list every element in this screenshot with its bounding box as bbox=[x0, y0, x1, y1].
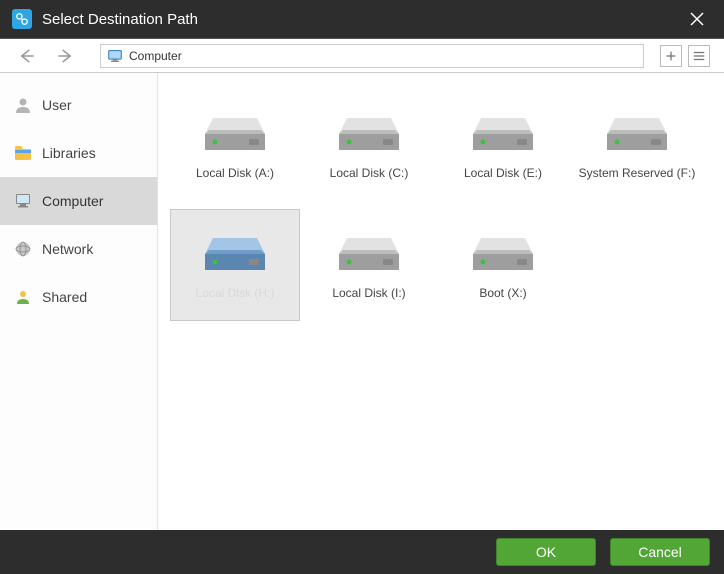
drive-item[interactable]: Local Disk (A:) bbox=[170, 89, 300, 201]
back-button[interactable] bbox=[14, 43, 40, 69]
ok-button[interactable]: OK bbox=[496, 538, 596, 566]
drive-item[interactable]: System Reserved (F:) bbox=[572, 89, 702, 201]
sidebar-item-computer[interactable]: Computer bbox=[0, 177, 157, 225]
drive-label: Local Disk (A:) bbox=[196, 166, 274, 180]
drive-grid: Local Disk (A:) Local Disk (C:) Local Di… bbox=[158, 73, 724, 530]
footer: OK Cancel bbox=[0, 530, 724, 574]
shared-icon bbox=[14, 288, 32, 306]
drive-label: System Reserved (F:) bbox=[579, 166, 696, 180]
drive-label: Local Disk (H:) bbox=[196, 286, 275, 300]
drive-label: Local Disk (E:) bbox=[464, 166, 542, 180]
main-area: User Libraries Computer Network Shared bbox=[0, 73, 724, 530]
computer-icon bbox=[14, 192, 32, 210]
user-icon bbox=[14, 96, 32, 114]
sidebar-item-label: User bbox=[42, 97, 72, 113]
drive-label: Boot (X:) bbox=[479, 286, 526, 300]
cancel-button[interactable]: Cancel bbox=[610, 538, 710, 566]
libraries-icon bbox=[14, 144, 32, 162]
drive-label: Local Disk (C:) bbox=[330, 166, 409, 180]
new-folder-button[interactable] bbox=[660, 45, 682, 67]
sidebar-item-network[interactable]: Network bbox=[0, 225, 157, 273]
forward-button[interactable] bbox=[52, 43, 78, 69]
titlebar: Select Destination Path bbox=[0, 0, 724, 38]
drive-item[interactable]: Local Disk (I:) bbox=[304, 209, 434, 321]
drive-item[interactable]: Local Disk (E:) bbox=[438, 89, 568, 201]
list-view-button[interactable] bbox=[688, 45, 710, 67]
drive-item[interactable]: Local Disk (C:) bbox=[304, 89, 434, 201]
breadcrumb[interactable]: Computer bbox=[100, 44, 644, 68]
sidebar-item-label: Shared bbox=[42, 289, 87, 305]
network-icon bbox=[14, 240, 32, 258]
close-button[interactable] bbox=[682, 4, 712, 34]
sidebar-item-user[interactable]: User bbox=[0, 81, 157, 129]
app-icon bbox=[12, 9, 32, 29]
sidebar: User Libraries Computer Network Shared bbox=[0, 73, 158, 530]
sidebar-item-label: Network bbox=[42, 241, 93, 257]
breadcrumb-text: Computer bbox=[129, 49, 182, 63]
sidebar-item-libraries[interactable]: Libraries bbox=[0, 129, 157, 177]
sidebar-item-shared[interactable]: Shared bbox=[0, 273, 157, 321]
drive-label: Local Disk (I:) bbox=[332, 286, 405, 300]
drive-item[interactable]: Boot (X:) bbox=[438, 209, 568, 321]
toolbar: Computer bbox=[0, 38, 724, 73]
computer-icon bbox=[107, 49, 123, 63]
sidebar-item-label: Computer bbox=[42, 193, 103, 209]
window-title: Select Destination Path bbox=[42, 11, 682, 28]
drive-item[interactable]: Local Disk (H:) bbox=[170, 209, 300, 321]
sidebar-item-label: Libraries bbox=[42, 145, 96, 161]
